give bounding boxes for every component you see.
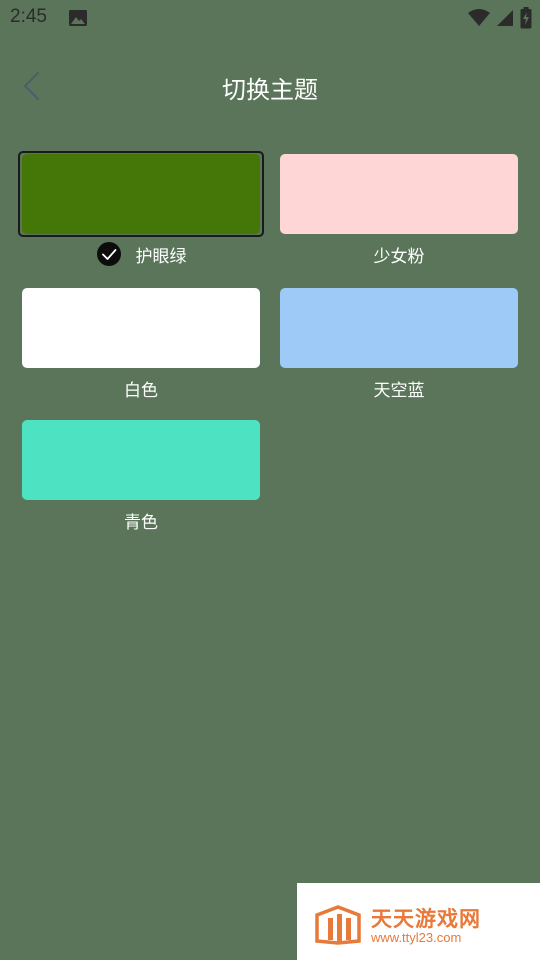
header: 切换主题 <box>0 60 540 112</box>
theme-option-sky-blue[interactable]: 天空蓝 <box>280 288 518 408</box>
signal-icon <box>497 10 513 26</box>
theme-label: 天空蓝 <box>373 380 425 401</box>
theme-swatch[interactable] <box>280 154 518 234</box>
theme-swatch[interactable] <box>22 154 260 234</box>
watermark-logo-icon <box>315 905 361 945</box>
watermark: 天天游戏网 www.ttyl23.com <box>297 883 540 960</box>
theme-label: 青色 <box>124 512 158 533</box>
theme-label-row: 天空蓝 <box>280 368 518 408</box>
status-bar: 2:45 <box>0 0 540 36</box>
watermark-name: 天天游戏网 <box>371 907 481 931</box>
theme-label-row: 少女粉 <box>280 234 518 274</box>
watermark-url: www.ttyl23.com <box>371 930 462 945</box>
theme-swatch[interactable] <box>280 288 518 368</box>
status-time: 2:45 <box>10 6 47 27</box>
theme-label: 白色 <box>124 380 158 401</box>
theme-option-eye-green[interactable]: 护眼绿 <box>18 151 264 274</box>
theme-label: 护眼绿 <box>135 246 187 267</box>
page-title: 切换主题 <box>222 76 318 104</box>
theme-label-row: 青色 <box>22 500 260 540</box>
theme-swatch[interactable] <box>22 288 260 368</box>
gallery-icon <box>69 10 87 26</box>
theme-option-girl-pink[interactable]: 少女粉 <box>280 154 518 274</box>
theme-label-row: 护眼绿 <box>22 234 260 274</box>
status-icons <box>468 6 532 30</box>
battery-charging-icon <box>520 7 532 29</box>
theme-option-cyan[interactable]: 青色 <box>22 420 260 540</box>
theme-swatch[interactable] <box>22 420 260 500</box>
theme-label-row: 白色 <box>22 368 260 408</box>
theme-option-white[interactable]: 白色 <box>22 288 260 408</box>
check-circle-icon <box>96 242 121 266</box>
theme-label: 少女粉 <box>373 246 425 267</box>
wifi-icon <box>468 9 490 26</box>
